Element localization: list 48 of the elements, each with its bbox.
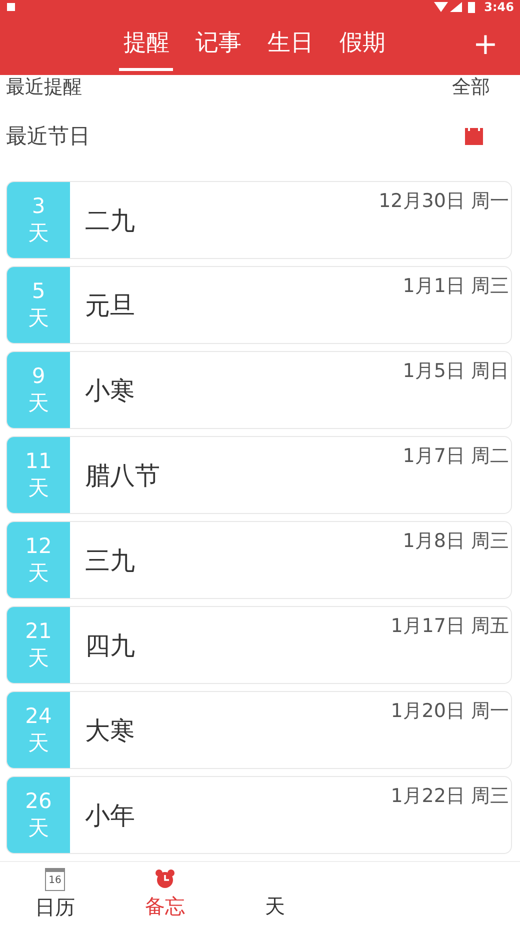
- days-badge: 24 天: [7, 692, 70, 768]
- holiday-card[interactable]: 3 天 二九 12月30日 周一: [6, 181, 512, 259]
- tab[interactable]: 提醒: [119, 18, 174, 70]
- holiday-name: 四九: [85, 630, 135, 662]
- notification-icon: [6, 2, 16, 12]
- days-badge: 26 天: [7, 777, 70, 853]
- section-title: 最近提醒: [6, 75, 82, 100]
- holiday-card[interactable]: 21 天 四九 1月17日 周五: [6, 606, 512, 684]
- nav-item[interactable]: 天: [220, 862, 330, 926]
- nav-item[interactable]: 16 日历: [0, 862, 110, 926]
- holiday-card[interactable]: 11 天 腊八节 1月7日 周二: [6, 436, 512, 514]
- holiday-name: 元旦: [85, 290, 135, 322]
- add-button[interactable]: +: [468, 27, 502, 62]
- days-badge: 3 天: [7, 182, 70, 258]
- holiday-name: 大寒: [85, 714, 135, 746]
- days-badge: 21 天: [7, 607, 70, 683]
- days-badge: 9 天: [7, 352, 70, 428]
- holiday-date: 1月1日 周三: [402, 274, 509, 299]
- tab[interactable]: 记事: [191, 18, 246, 70]
- status-time: 3:46: [484, 0, 514, 14]
- holiday-card[interactable]: 12 天 三九 1月8日 周三: [6, 521, 512, 599]
- alarm-clock-icon: [154, 868, 176, 890]
- holiday-name: 三九: [85, 544, 135, 576]
- holiday-date: 1月17日 周五: [390, 614, 509, 639]
- holiday-date: 1月8日 周三: [402, 529, 509, 554]
- holiday-name: 二九: [85, 204, 135, 236]
- calendar-icon[interactable]: [464, 126, 484, 146]
- holiday-card[interactable]: 5 天 元旦 1月1日 周三: [6, 266, 512, 344]
- all-link[interactable]: 全部: [452, 74, 490, 100]
- holiday-card[interactable]: 9 天 小寒 1月5日 周日: [6, 351, 512, 429]
- holiday-name: 小年: [85, 800, 135, 832]
- tab[interactable]: 生日: [263, 18, 318, 70]
- tab[interactable]: 假期: [335, 18, 390, 70]
- holiday-card[interactable]: 26 天 小年 1月22日 周三: [6, 776, 512, 854]
- holiday-date: 1月20日 周一: [390, 699, 509, 724]
- calendar-icon: 16: [45, 868, 65, 890]
- nav-item[interactable]: 备忘: [110, 862, 220, 926]
- holiday-name: 腊八节: [85, 460, 160, 492]
- days-badge: 5 天: [7, 267, 70, 343]
- holiday-date: 1月22日 周三: [390, 784, 509, 809]
- holiday-name: 小寒: [85, 374, 135, 406]
- holiday-date: 1月5日 周日: [402, 359, 509, 384]
- holiday-date: 1月7日 周二: [402, 444, 509, 469]
- holiday-date: 12月30日 周一: [378, 189, 509, 214]
- section-title: 最近节日: [6, 123, 90, 150]
- holiday-card[interactable]: 24 天 大寒 1月20日 周一: [6, 691, 512, 769]
- days-badge: 11 天: [7, 437, 70, 513]
- days-badge: 12 天: [7, 522, 70, 598]
